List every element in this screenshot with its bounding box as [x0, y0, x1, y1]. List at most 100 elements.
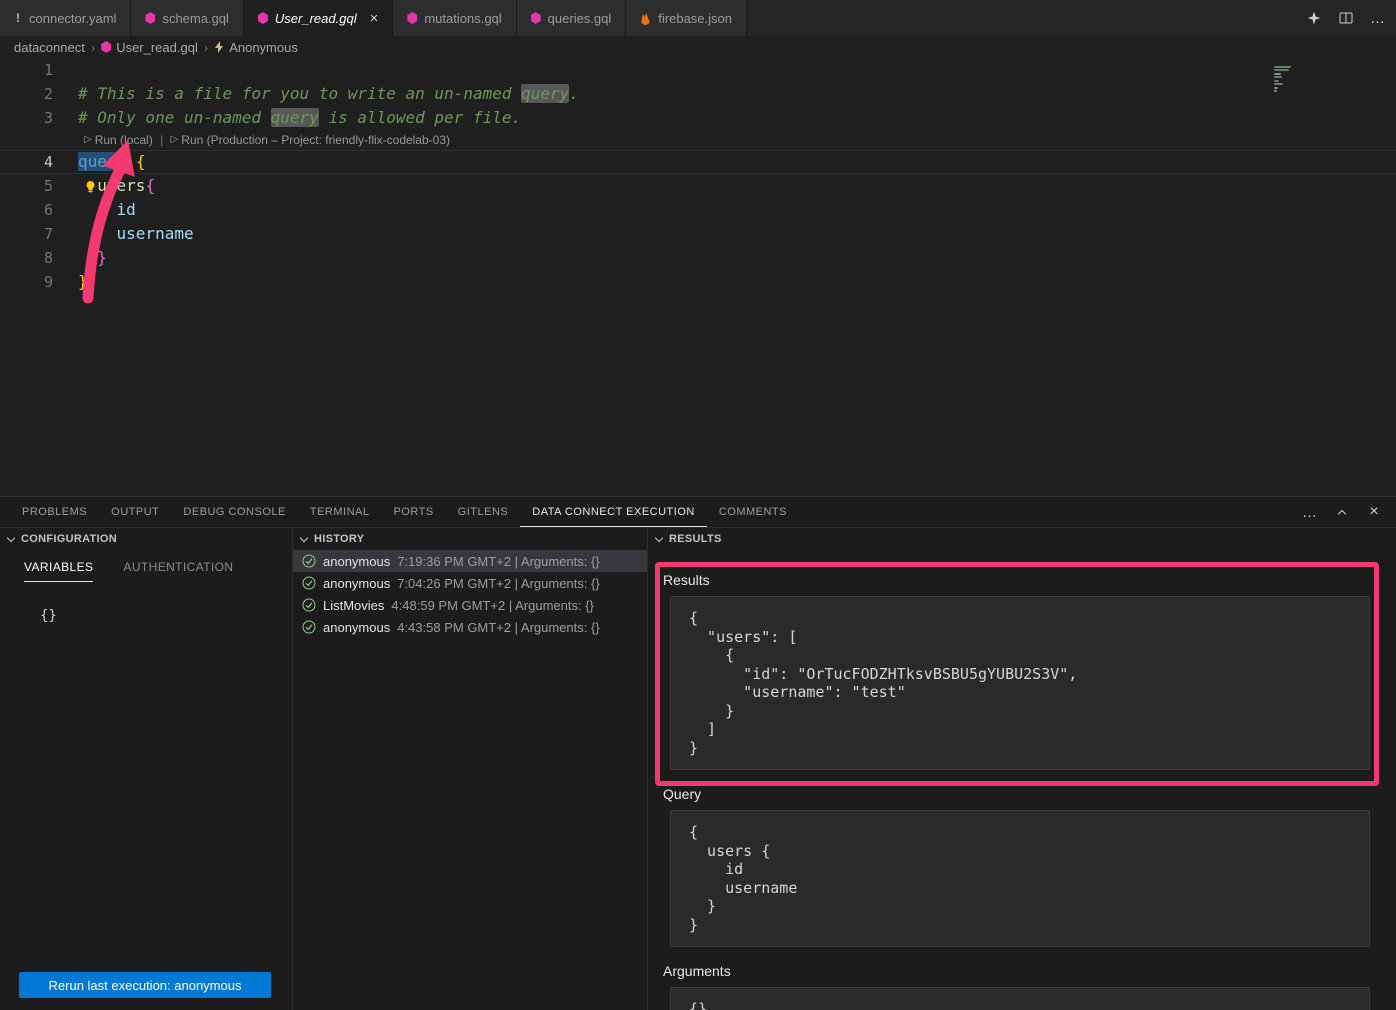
breadcrumb-item[interactable]: Anonymous: [214, 40, 298, 55]
vscode-window: ! connector.yaml schema.gql User_read.gql × m…: [0, 0, 1396, 1010]
more-actions-icon[interactable]: …: [1302, 504, 1318, 520]
results-header[interactable]: RESULTS: [648, 528, 1396, 550]
panel-tab-problems[interactable]: PROBLEMS: [10, 497, 99, 527]
lightbulb-icon[interactable]: [84, 180, 97, 193]
configuration-section: CONFIGURATION VARIABLES AUTHENTICATION {…: [0, 528, 293, 1010]
code-text: }: [78, 246, 107, 270]
code-token: .: [569, 84, 579, 103]
minimap[interactable]: [1274, 62, 1300, 94]
code-token: [78, 248, 97, 267]
editor-tab-mutations.gql[interactable]: mutations.gql: [393, 0, 516, 36]
code-token: is allowed per file.: [319, 108, 521, 127]
minimap-line: [1274, 66, 1291, 68]
history-header[interactable]: HISTORY: [293, 528, 647, 550]
firebase-file-icon: [640, 12, 651, 25]
copilot-sparkle-icon[interactable]: [1306, 10, 1322, 26]
code-line-9[interactable]: 9}: [0, 270, 1396, 294]
tab-authentication[interactable]: AUTHENTICATION: [123, 560, 233, 582]
configuration-header[interactable]: CONFIGURATION: [0, 528, 292, 550]
code-token: [126, 152, 136, 171]
editor-tab-firebase.json[interactable]: firebase.json: [626, 0, 747, 36]
tab-label: User_read.gql: [275, 11, 357, 26]
close-icon[interactable]: ×: [1366, 504, 1382, 520]
check-circle-icon: [302, 598, 316, 612]
minimap-line: [1274, 80, 1279, 82]
code-line-7[interactable]: 7 username: [0, 222, 1396, 246]
check-circle-icon: [302, 554, 316, 568]
breadcrumb-item[interactable]: User_read.gql: [101, 40, 198, 55]
line-number: 9: [0, 270, 78, 294]
line-number: 1: [0, 58, 78, 82]
close-tab-icon[interactable]: ×: [370, 11, 379, 26]
chevron-up-icon[interactable]: [1334, 504, 1350, 520]
graphql-icon: [101, 41, 111, 53]
tab-variables[interactable]: VARIABLES: [24, 560, 93, 582]
code-text: # This is a file for you to write an un-…: [78, 82, 579, 106]
operation-icon: [214, 41, 224, 53]
code-text: id: [78, 198, 136, 222]
history-item-meta: 7:19:36 PM GMT+2 | Arguments: {}: [397, 554, 599, 569]
panel-tab-output[interactable]: OUTPUT: [99, 497, 171, 527]
breadcrumb-separator-icon: ›: [204, 40, 208, 55]
panel-tab-gitlens[interactable]: GITLENS: [446, 497, 521, 527]
more-actions-icon[interactable]: …: [1370, 10, 1386, 26]
codelens-run-production-play-icon: ▷: [171, 130, 179, 150]
check-circle-icon: [302, 620, 316, 634]
breadcrumb: dataconnect›User_read.gql›Anonymous: [0, 36, 1396, 58]
panel-tab-terminal[interactable]: TERMINAL: [298, 497, 382, 527]
line-number: 2: [0, 82, 78, 106]
breadcrumb-item[interactable]: dataconnect: [14, 40, 85, 55]
configuration-tabs: VARIABLES AUTHENTICATION: [0, 550, 292, 582]
code-editor[interactable]: 12# This is a file for you to write an u…: [0, 58, 1396, 496]
history-item[interactable]: anonymous4:43:58 PM GMT+2 | Arguments: {…: [293, 616, 647, 638]
code-token: }: [97, 248, 107, 267]
code-token: # This is a file for you to write an un-…: [78, 84, 521, 103]
code-line-2[interactable]: 2# This is a file for you to write an un…: [0, 82, 1396, 106]
editor-tab-connector.yaml[interactable]: ! connector.yaml: [0, 0, 131, 36]
editor-tab-queries.gql[interactable]: queries.gql: [517, 0, 627, 36]
panel-tab-comments[interactable]: COMMENTS: [707, 497, 799, 527]
code-line-3[interactable]: 3# Only one un-named query is allowed pe…: [0, 106, 1396, 130]
history-item-name: anonymous: [323, 576, 390, 591]
graphql-file-icon: [258, 12, 268, 24]
result-code-block-arguments: {}: [670, 987, 1370, 1010]
code-text: # Only one un-named query is allowed per…: [78, 106, 521, 130]
variables-value[interactable]: {}: [40, 608, 292, 624]
tab-label: connector.yaml: [29, 11, 116, 26]
history-item[interactable]: ListMovies4:48:59 PM GMT+2 | Arguments: …: [293, 594, 647, 616]
graphql-file-icon: [531, 12, 541, 24]
panel-tab-data-connect-execution[interactable]: DATA CONNECT EXECUTION: [520, 497, 707, 527]
codelens-run-local[interactable]: ▷Run (local): [84, 130, 153, 150]
editor-tab-User_read.gql[interactable]: User_read.gql ×: [244, 0, 393, 36]
history-item[interactable]: anonymous7:04:26 PM GMT+2 | Arguments: {…: [293, 572, 647, 594]
history-title: HISTORY: [314, 533, 364, 545]
panel-tab-debug-console[interactable]: DEBUG CONSOLE: [171, 497, 297, 527]
yaml-file-icon: !: [14, 11, 22, 25]
codelens-run-production[interactable]: ▷Run (Production – Project: friendly-fli…: [171, 130, 451, 150]
code-line-5[interactable]: 5 users{: [0, 174, 1396, 198]
history-item-meta: 4:43:58 PM GMT+2 | Arguments: {}: [397, 620, 599, 635]
panel-actions: … ×: [1302, 497, 1382, 527]
history-item-meta: 4:48:59 PM GMT+2 | Arguments: {}: [391, 598, 593, 613]
code-line-1[interactable]: 1: [0, 58, 1396, 82]
code-line-6[interactable]: 6 id: [0, 198, 1396, 222]
graphql-file-icon: [145, 12, 155, 24]
code-line-4[interactable]: 4query {: [0, 150, 1396, 174]
editor-tab-schema.gql[interactable]: schema.gql: [131, 0, 243, 36]
code-token: # Only one un-named: [78, 108, 271, 127]
code-token: username: [117, 224, 194, 243]
split-editor-icon[interactable]: [1338, 10, 1354, 26]
result-section-label-results: Results: [663, 572, 1396, 588]
line-number: 7: [0, 222, 78, 246]
panel-tab-ports[interactable]: PORTS: [381, 497, 445, 527]
history-item[interactable]: anonymous7:19:36 PM GMT+2 | Arguments: {…: [293, 550, 647, 572]
code-token: {: [136, 152, 146, 171]
breadcrumb-label: Anonymous: [229, 40, 298, 55]
rerun-button[interactable]: Rerun last execution: anonymous: [19, 972, 271, 998]
code-token: [78, 224, 117, 243]
result-section-label-arguments: Arguments: [663, 963, 1396, 979]
tab-label: schema.gql: [162, 11, 228, 26]
graphql-file-icon: [407, 12, 417, 24]
code-line-8[interactable]: 8 }: [0, 246, 1396, 270]
results-title: RESULTS: [669, 533, 722, 545]
